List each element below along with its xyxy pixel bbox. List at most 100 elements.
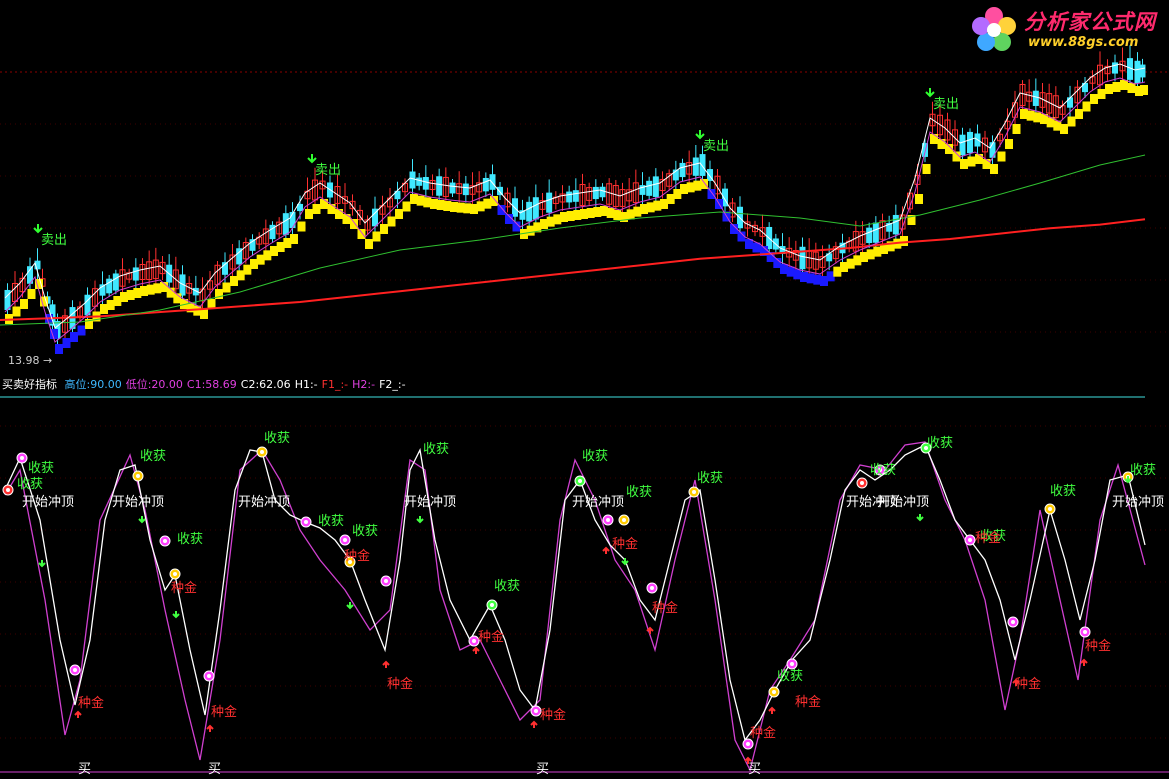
signal-dot — [2, 484, 14, 496]
up-arrow-icon — [382, 660, 390, 668]
ribbon-block — [20, 299, 28, 309]
signal-dot — [339, 534, 351, 546]
ribbon-block — [357, 229, 366, 239]
signal-dot-center — [606, 518, 610, 522]
low-price-marker: 13.98 → — [8, 354, 53, 367]
signal-dot — [344, 556, 356, 568]
candle-body — [112, 273, 119, 291]
plant-gold-label: 种金 — [652, 600, 678, 616]
harvest-label: 收获 — [28, 461, 54, 476]
sell-label: 卖出 — [933, 97, 959, 112]
ribbon-block — [1090, 94, 1098, 104]
up-arrow-icon — [1012, 678, 1020, 686]
ribbon-block — [327, 204, 336, 214]
signal-dot — [69, 664, 81, 676]
ribbon-block — [1140, 85, 1148, 95]
ribbon-block — [297, 221, 306, 232]
candle-body — [1139, 64, 1146, 78]
candle-body — [132, 267, 139, 281]
signal-dot — [1007, 616, 1019, 628]
signal-dot-center — [860, 481, 864, 485]
candle-body — [1032, 90, 1039, 106]
up-arrow-icon — [1080, 658, 1088, 666]
candle-body — [599, 186, 606, 198]
ribbon-block — [997, 151, 1006, 162]
indicator-value-2: C1:58.69 — [186, 378, 237, 391]
ribbon-block — [200, 309, 208, 319]
candle-body — [967, 131, 973, 154]
signal-dot-center — [878, 468, 882, 472]
candle-body — [409, 171, 416, 189]
signal-dot — [132, 470, 144, 482]
signal-dot-center — [343, 538, 347, 542]
candle-body — [422, 177, 429, 190]
signal-dot-center — [650, 586, 654, 590]
ribbon-block — [70, 332, 78, 342]
ribbon-block — [922, 164, 931, 174]
candle-body — [699, 154, 706, 176]
signal-dot-center — [73, 668, 77, 672]
ribbon-block — [900, 236, 908, 246]
sell-arrow-icon — [307, 154, 317, 164]
ribbon-block — [77, 325, 86, 336]
signal-dot — [786, 658, 798, 670]
up-arrow-icon — [530, 720, 538, 728]
down-arrow-icon — [38, 560, 46, 568]
ribbon-block — [62, 338, 71, 348]
candle-body — [436, 176, 443, 196]
harvest-label: 收获 — [494, 579, 520, 594]
indicator-info-bar: 买卖好指标 高位:90.00 低位:20.00 C1:58.69 C2:62.06 H1… — [2, 376, 414, 392]
signal-dot-center — [20, 456, 24, 460]
ribbon-block — [1112, 82, 1121, 92]
up-arrow-icon — [472, 646, 480, 654]
ribbon-block — [1127, 83, 1136, 93]
signal-dot-center — [163, 539, 167, 543]
signal-dot — [920, 442, 932, 454]
up-arrow-icon — [646, 626, 654, 634]
up-arrow-icon — [206, 724, 214, 732]
signal-dot — [468, 635, 480, 647]
price-chart: 卖出卖出卖出卖出 — [0, 45, 1169, 354]
candle-body — [282, 213, 289, 235]
ribbon-block — [490, 196, 498, 206]
buy-label: 买 — [208, 762, 221, 777]
signal-dot — [964, 534, 976, 546]
candle-body — [872, 222, 879, 243]
signal-dot — [688, 486, 700, 498]
start-top-label: 开始冲顶 — [22, 495, 74, 510]
harvest-label: 收获 — [927, 436, 953, 451]
indicator-value-7: F2_:- — [379, 378, 406, 391]
plant-gold-label: 种金 — [750, 725, 776, 741]
plant-gold-label: 种金 — [387, 676, 413, 692]
harvest-label: 收获 — [17, 477, 43, 492]
ribbon-block — [1060, 124, 1068, 134]
signal-dot — [300, 516, 312, 528]
candle-body — [572, 190, 579, 202]
signal-dot — [169, 568, 181, 580]
ribbon-block — [1097, 89, 1106, 99]
ribbon-block — [402, 201, 411, 212]
signal-dot-center — [173, 572, 177, 576]
down-arrow-icon — [346, 602, 354, 610]
buy-label: 买 — [748, 762, 761, 777]
signal-dot — [530, 705, 542, 717]
plant-gold-label: 种金 — [1085, 638, 1111, 654]
sell-arrow-icon — [695, 130, 705, 140]
signal-dot — [380, 575, 392, 587]
candle-body — [526, 201, 533, 222]
ribbon-block — [1075, 109, 1083, 119]
signal-dot-center — [968, 538, 972, 542]
signal-dot — [256, 446, 268, 458]
ribbon-block — [1012, 124, 1021, 134]
harvest-label: 收获 — [980, 529, 1006, 544]
ribbon-block — [365, 239, 373, 249]
harvest-label: 收获 — [264, 431, 290, 446]
down-arrow-icon — [621, 558, 629, 566]
signal-dot — [16, 452, 28, 464]
candle-body — [652, 176, 659, 197]
candle-body — [592, 186, 599, 200]
signal-dot-center — [1048, 507, 1052, 511]
harvest-label: 收获 — [697, 471, 723, 486]
signal-dot-center — [304, 520, 308, 524]
start-top-label: 开始冲顶 — [112, 495, 164, 510]
